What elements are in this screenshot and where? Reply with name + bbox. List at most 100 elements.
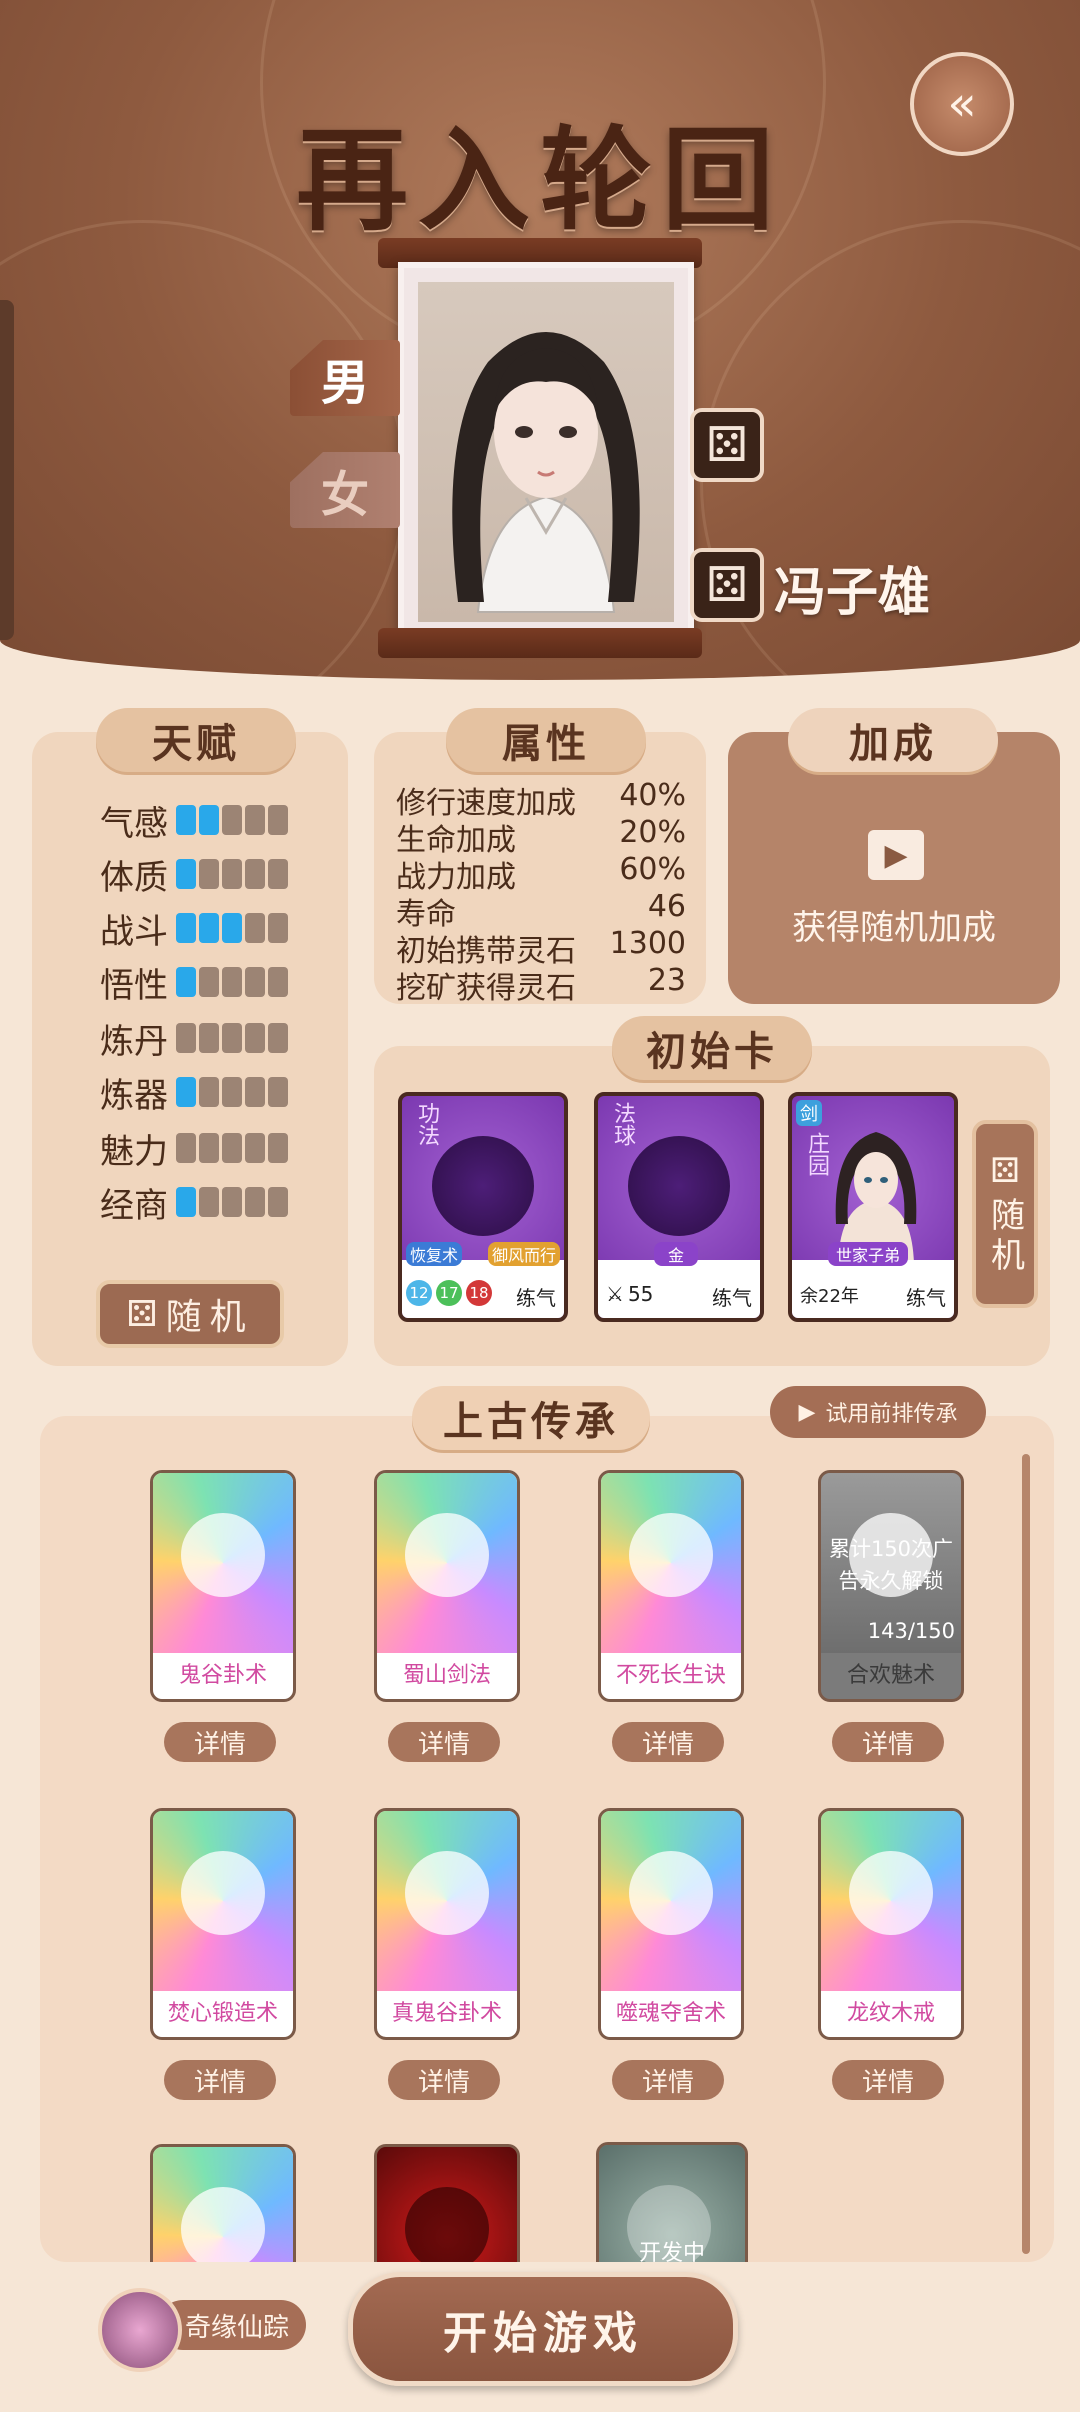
legacy-detail-button[interactable]: 详情 <box>832 1722 944 1762</box>
legacy-detail-button[interactable]: 详情 <box>832 2060 944 2100</box>
legacy-card-art <box>377 1811 517 1991</box>
legacy-card-art <box>821 1811 961 1991</box>
talent-level-pip <box>199 1023 219 1053</box>
talent-level-bars <box>176 1023 288 1053</box>
talent-level-bars <box>176 805 288 835</box>
initial-card-identity[interactable]: 剑 庄园 世家子弟 余22年 练气 <box>788 1092 958 1322</box>
legacy-card-name: 噬魂夺舍术 <box>615 2001 726 2026</box>
talent-level-pip <box>176 1077 196 1107</box>
talent-level-pip <box>176 859 196 889</box>
legacy-detail-button[interactable]: 详情 <box>612 1722 724 1762</box>
attribute-row: 战力加成 60% <box>396 852 686 895</box>
side-drawer-handle[interactable] <box>0 300 14 640</box>
talent-name: 经商 <box>100 1185 168 1226</box>
talent-level-pip <box>176 1023 196 1053</box>
legacy-detail-button[interactable]: 详情 <box>164 1722 276 1762</box>
legacy-card-art <box>153 1473 293 1653</box>
trial-label: 试用前排传承 <box>825 1402 958 1427</box>
talent-level-pip <box>222 967 242 997</box>
remaining-years: 余22年 <box>800 1286 859 1307</box>
legacy-emblem-icon <box>629 1513 713 1597</box>
legacy-card[interactable]: 龙纹木戒 <box>818 1808 964 2040</box>
talent-level-pip <box>268 913 288 943</box>
flame-book-icon <box>432 1136 534 1236</box>
legacy-detail-button[interactable]: 详情 <box>164 2060 276 2100</box>
legacy-card[interactable]: 鬼谷卦术 <box>150 1470 296 1702</box>
initial-card-orb[interactable]: 法球 金 ⚔ 55 练气 <box>594 1092 764 1322</box>
card-tag: 功法 <box>414 1102 439 1146</box>
trial-legacy-button[interactable]: ▶ 试用前排传承 <box>770 1386 986 1438</box>
legacy-title: 上古传承 <box>412 1386 650 1450</box>
talent-level-pip <box>268 1077 288 1107</box>
legacy-card-art <box>601 1473 741 1653</box>
legacy-card[interactable]: 不死长生诀 <box>598 1470 744 1702</box>
attribute-label: 寿命 <box>396 897 456 932</box>
attribute-value: 40% <box>619 778 686 813</box>
attribute-label: 修行速度加成 <box>396 786 576 821</box>
cards-random-button[interactable]: ⚄ 随机 <box>972 1120 1038 1308</box>
talent-level-pip <box>199 859 219 889</box>
attribute-row: 初始携带灵石 1300 <box>396 926 686 969</box>
talent-row: 悟性 <box>100 958 288 1006</box>
talent-level-bars <box>176 1077 288 1107</box>
talent-level-pip <box>245 1077 265 1107</box>
page-title: 再入轮回 <box>296 115 784 246</box>
legacy-card-art <box>153 2147 293 2262</box>
attribute-label: 初始携带灵石 <box>396 934 576 969</box>
legacy-card-name: 不死长生诀 <box>615 1663 726 1688</box>
card-tag: 法球 <box>610 1102 635 1146</box>
talent-row: 炼器 <box>100 1068 288 1116</box>
legacy-card[interactable]: 合欢魅术 累计150次广告永久解锁 143/150 <box>818 1470 964 1702</box>
random-appearance-dice-icon[interactable]: ⚄ <box>690 408 764 482</box>
legacy-card-partial[interactable] <box>150 2144 296 2262</box>
card-footer: 恢复术 御风而行 12 17 18 练气 <box>402 1242 564 1318</box>
legacy-card[interactable]: 焚心锻造术 <box>150 1808 296 2040</box>
talent-level-pip <box>176 1187 196 1217</box>
talent-row: 魅力 <box>100 1124 288 1172</box>
talent-row: 炼丹 <box>100 1014 288 1062</box>
talent-random-button[interactable]: ⚄ 随机 <box>96 1280 284 1348</box>
legacy-detail-button[interactable]: 详情 <box>388 1722 500 1762</box>
talent-level-pip <box>222 859 242 889</box>
talent-panel: 天赋 气感 体质 战斗 悟性 炼丹 炼器 魅力 经商 <box>32 708 348 1366</box>
bonus-panel[interactable]: 加成 ▶ 获得随机加成 <box>728 708 1060 1004</box>
scroll-rod-bottom <box>378 628 702 658</box>
talent-level-pip <box>199 913 219 943</box>
attribute-label: 挖矿获得灵石 <box>396 971 576 1006</box>
talent-level-pip <box>199 1133 219 1163</box>
legacy-card-art <box>377 2147 517 2262</box>
legacy-card[interactable]: 蜀山剑法 <box>374 1470 520 1702</box>
talent-level-pip <box>268 967 288 997</box>
talent-name: 悟性 <box>100 965 168 1006</box>
talent-row: 气感 <box>100 796 288 844</box>
talent-level-pip <box>199 1187 219 1217</box>
video-ad-icon: ▶ <box>868 830 924 880</box>
start-game-button[interactable]: 开始游戏 <box>348 2272 738 2386</box>
talent-random-label: 随机 <box>165 1297 254 1338</box>
legacy-card-partial[interactable] <box>374 2144 520 2262</box>
random-name-dice-icon[interactable]: ⚄ <box>690 548 764 622</box>
talent-level-pip <box>176 913 196 943</box>
legacy-card-name: 蜀山剑法 <box>402 1663 491 1688</box>
legacy-card-name: 合欢魅术 <box>846 1663 935 1688</box>
talent-name: 气感 <box>100 803 168 844</box>
legacy-card-art <box>601 1811 741 1991</box>
legacy-card-in-development: 开发中 <box>596 2142 748 2262</box>
initial-card-technique[interactable]: 功法 恢复术 御风而行 12 17 18 练气 <box>398 1092 568 1322</box>
legacy-detail-button[interactable]: 详情 <box>612 2060 724 2100</box>
legacy-card[interactable]: 真鬼谷卦术 <box>374 1808 520 2040</box>
attribute-value: 60% <box>619 852 686 887</box>
talent-name: 炼器 <box>100 1075 168 1116</box>
talent-row: 战斗 <box>100 904 288 952</box>
legacy-scrollbar[interactable] <box>1022 1454 1030 2254</box>
identity-chip: 世家子弟 <box>828 1242 909 1266</box>
attribute-row: 生命加成 20% <box>396 815 686 858</box>
legacy-detail-button[interactable]: 详情 <box>388 2060 500 2100</box>
attribute-value: 20% <box>619 815 686 850</box>
legacy-card[interactable]: 噬魂夺舍术 <box>598 1808 744 2040</box>
fate-button[interactable]: 奇缘仙踪 <box>98 2288 306 2372</box>
card-realm: 练气 <box>712 1286 752 1310</box>
talent-name: 魅力 <box>100 1131 168 1172</box>
legacy-emblem-icon <box>405 1513 489 1597</box>
legacy-emblem-icon <box>629 1851 713 1935</box>
